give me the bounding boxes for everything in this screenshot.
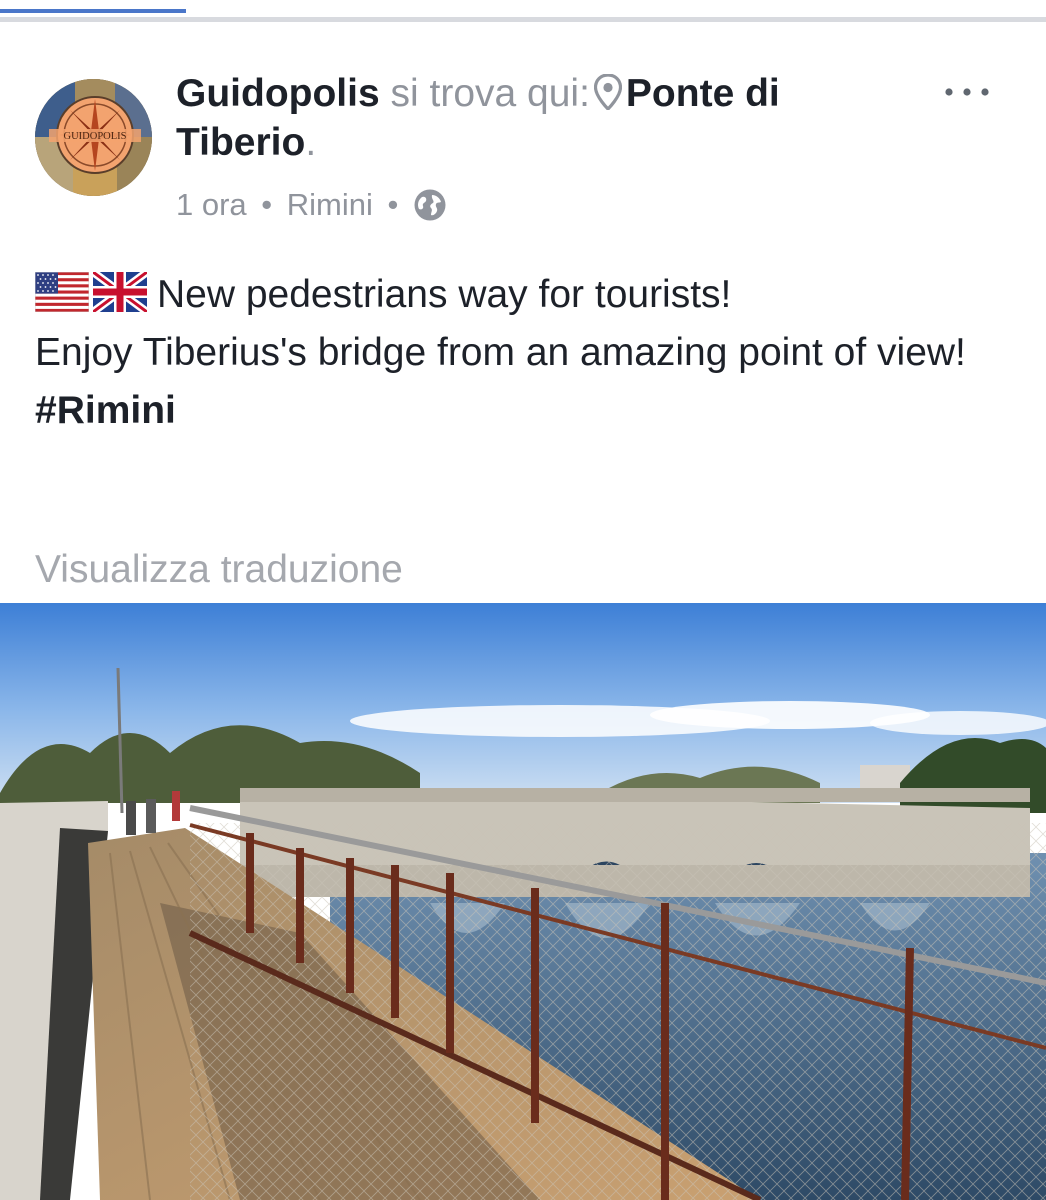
meta-separator: •: [261, 187, 273, 222]
author-avatar[interactable]: GUIDOPOLIS: [35, 79, 152, 196]
see-translation-link[interactable]: Visualizza traduzione: [35, 546, 403, 594]
post-message: New pedestrians way for tourists! Enjoy …: [35, 266, 1025, 440]
message-line-1: New pedestrians way for tourists!: [157, 273, 732, 316]
author-name-link[interactable]: Guidopolis: [176, 72, 380, 115]
message-line-2: Enjoy Tiberius's bridge from an amazing …: [35, 331, 966, 374]
us-flag-icon: [35, 272, 89, 312]
post-time-link[interactable]: 1 ora: [176, 187, 247, 222]
avatar-logo-text: GUIDOPOLIS: [64, 131, 127, 142]
feed-post: GUIDOPOLIS Guidopolis si trova qui: Ponte…: [0, 22, 1046, 1200]
guidopolis-logo-icon: GUIDOPOLIS: [35, 79, 152, 196]
more-horizontal-icon[interactable]: [941, 82, 993, 102]
post-header: Guidopolis si trova qui: Ponte di Tiberio…: [176, 69, 916, 167]
bridge-walkway-image: [0, 603, 1046, 1200]
post-place[interactable]: Rimini: [287, 187, 373, 222]
post-meta: 1 ora • Rimini •: [176, 187, 447, 223]
location-prefix: si trova qui:: [390, 72, 590, 115]
top-bar: [0, 0, 1046, 22]
location-suffix: .: [305, 121, 317, 164]
post-photo[interactable]: [0, 603, 1046, 1200]
loading-progress-bar: [0, 9, 186, 13]
map-pin-icon: [593, 74, 622, 110]
uk-flag-icon: [93, 272, 147, 312]
hashtag-link[interactable]: #Rimini: [35, 382, 1025, 440]
globe-icon[interactable]: [413, 188, 447, 222]
meta-separator: •: [387, 187, 399, 222]
